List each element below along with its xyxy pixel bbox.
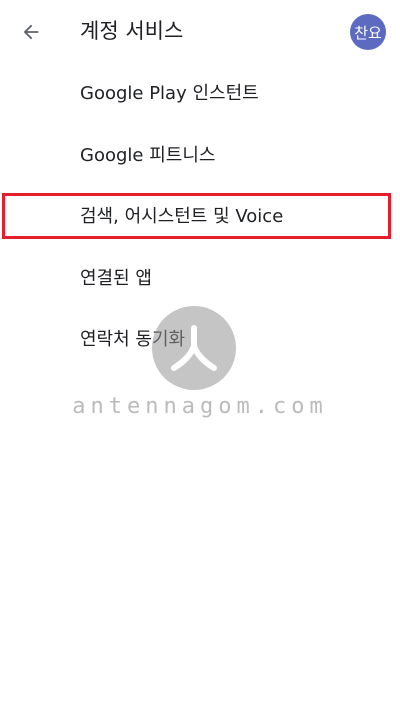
arrow-left-icon	[23, 24, 39, 40]
back-button[interactable]	[14, 15, 48, 49]
app-bar: 계정 서비스 찬요	[0, 0, 400, 64]
menu-item-label: Google Play 인스턴트	[80, 83, 259, 104]
account-avatar[interactable]: 찬요	[350, 14, 386, 50]
page-title: 계정 서비스	[80, 19, 184, 43]
watermark-person-icon	[171, 325, 217, 371]
watermark-logo	[152, 306, 236, 390]
menu-item-label: Google 피트니스	[80, 145, 216, 166]
menu-item-google-play-instant[interactable]: Google Play 인스턴트	[0, 64, 400, 124]
menu-item-search-assistant-voice[interactable]: 검색, 어시스턴트 및 Voice	[0, 187, 400, 247]
menu-item-label: 검색, 어시스턴트 및 Voice	[80, 206, 284, 227]
watermark-text: antennagom.com	[72, 394, 328, 419]
menu-item-connected-apps[interactable]: 연결된 앱	[0, 249, 400, 309]
menu-item-google-fit[interactable]: Google 피트니스	[0, 126, 400, 186]
menu-item-label: 연결된 앱	[80, 268, 152, 289]
